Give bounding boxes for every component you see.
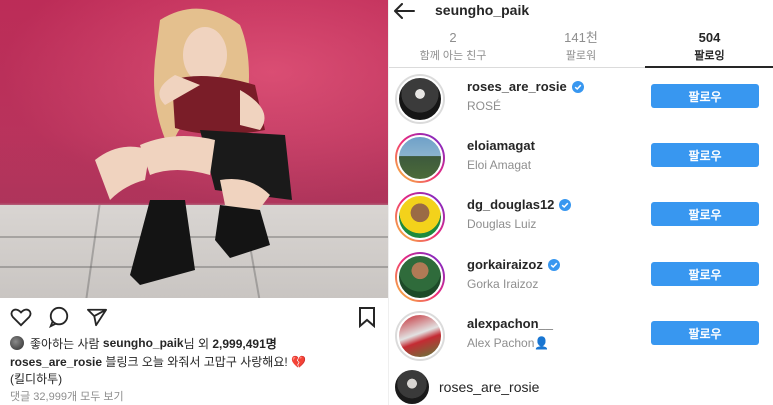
user-fullname: Gorka Iraizoz <box>467 277 539 291</box>
likes-summary: 좋아하는 사람 seungho_paik 님 외 2,999,491명 <box>10 334 277 352</box>
follow-button[interactable]: 팔로우 <box>651 321 759 345</box>
bookmark-icon[interactable] <box>354 304 380 330</box>
user-handle[interactable]: dg_douglas12 <box>467 197 554 212</box>
post-photo[interactable] <box>0 0 388 298</box>
caption-text: 블링크 오늘 와줘서 고맙구 사랑해요! <box>105 355 288 369</box>
verified-badge-icon <box>559 198 572 211</box>
liker-avatar[interactable] <box>10 336 24 350</box>
follow-button[interactable]: 팔로우 <box>651 143 759 167</box>
follow-button[interactable]: 팔로우 <box>651 202 759 226</box>
post-actions-bar <box>8 304 380 330</box>
profile-username: seungho_paik <box>435 2 530 18</box>
avatar[interactable] <box>395 192 445 242</box>
broken-heart-emoji: 💔 <box>291 355 306 369</box>
profile-header: seungho_paik <box>389 0 773 24</box>
avatar[interactable] <box>395 252 445 302</box>
caption-author[interactable]: roses_are_rosie <box>10 355 102 369</box>
following-list-item[interactable]: eloiamagat Eloi Amagat 팔로우 <box>389 129 773 185</box>
share-icon[interactable] <box>84 304 110 330</box>
following-list-item[interactable]: roses_are_rosie ROSÉ 팔로우 <box>389 70 773 126</box>
back-arrow-icon[interactable] <box>391 0 417 22</box>
liker-username[interactable]: seungho_paik <box>103 336 184 350</box>
user-fullname: Douglas Luiz <box>467 217 537 231</box>
avatar[interactable] <box>395 74 445 124</box>
likes-count[interactable]: 2,999,491명 <box>212 335 276 352</box>
tab-label: 팔로워 <box>565 50 597 62</box>
heart-icon[interactable] <box>8 304 34 330</box>
verified-badge-icon <box>571 80 584 93</box>
tab-count: 141천 <box>564 30 598 45</box>
verified-badge-icon <box>547 258 560 271</box>
avatar[interactable] <box>395 370 429 404</box>
likes-middle: 님 외 <box>183 336 210 351</box>
follow-tabs: 2 함께 아는 친구 141천 팔로워 504 팔로잉 <box>389 30 773 68</box>
profile-preview-row[interactable]: roses_are_rosie <box>389 370 773 405</box>
person-silhouette <box>95 8 292 285</box>
following-list-item[interactable]: alexpachon__ Alex Pachon👤 팔로우 <box>389 307 773 363</box>
avatar[interactable] <box>395 311 445 361</box>
view-all-comments-link[interactable]: 댓글 32,999개 모두 보기 <box>10 388 124 404</box>
following-list-item[interactable]: gorkairaizoz Gorka Iraizoz 팔로우 <box>389 248 773 304</box>
user-fullname: Eloi Amagat <box>467 158 532 172</box>
tab-followers[interactable]: 141천 팔로워 <box>517 30 645 68</box>
user-handle[interactable]: alexpachon__ <box>467 316 553 331</box>
user-handle[interactable]: gorkairaizoz <box>467 257 543 272</box>
user-handle[interactable]: roses_are_rosie <box>439 379 539 395</box>
caption-line2: (킬디하투) <box>10 372 63 386</box>
following-panel: seungho_paik 2 함께 아는 친구 141천 팔로워 504 팔로잉… <box>388 0 773 405</box>
tab-count: 504 <box>698 30 721 45</box>
post-caption: roses_are_rosie 블링크 오늘 와줘서 고맙구 사랑해요! 💔 (… <box>10 354 380 388</box>
follow-button[interactable]: 팔로우 <box>651 84 759 108</box>
instagram-post: 좋아하는 사람 seungho_paik 님 외 2,999,491명 roses… <box>0 0 388 405</box>
tab-label: 함께 아는 친구 <box>419 50 487 62</box>
user-fullname: ROSÉ <box>467 99 502 113</box>
user-fullname: Alex Pachon👤 <box>467 336 550 350</box>
user-handle[interactable]: roses_are_rosie <box>467 79 567 94</box>
tab-mutual-friends[interactable]: 2 함께 아는 친구 <box>389 30 517 68</box>
tab-label: 팔로잉 <box>694 50 725 62</box>
avatar[interactable] <box>395 133 445 183</box>
tab-count: 2 <box>449 30 457 45</box>
comment-icon[interactable] <box>46 304 72 330</box>
tab-following[interactable]: 504 팔로잉 <box>645 30 773 68</box>
follow-button[interactable]: 팔로우 <box>651 262 759 286</box>
user-handle[interactable]: eloiamagat <box>467 138 535 153</box>
following-list-item[interactable]: dg_douglas12 Douglas Luiz 팔로우 <box>389 188 773 244</box>
likes-prefix: 좋아하는 사람 <box>30 336 100 351</box>
